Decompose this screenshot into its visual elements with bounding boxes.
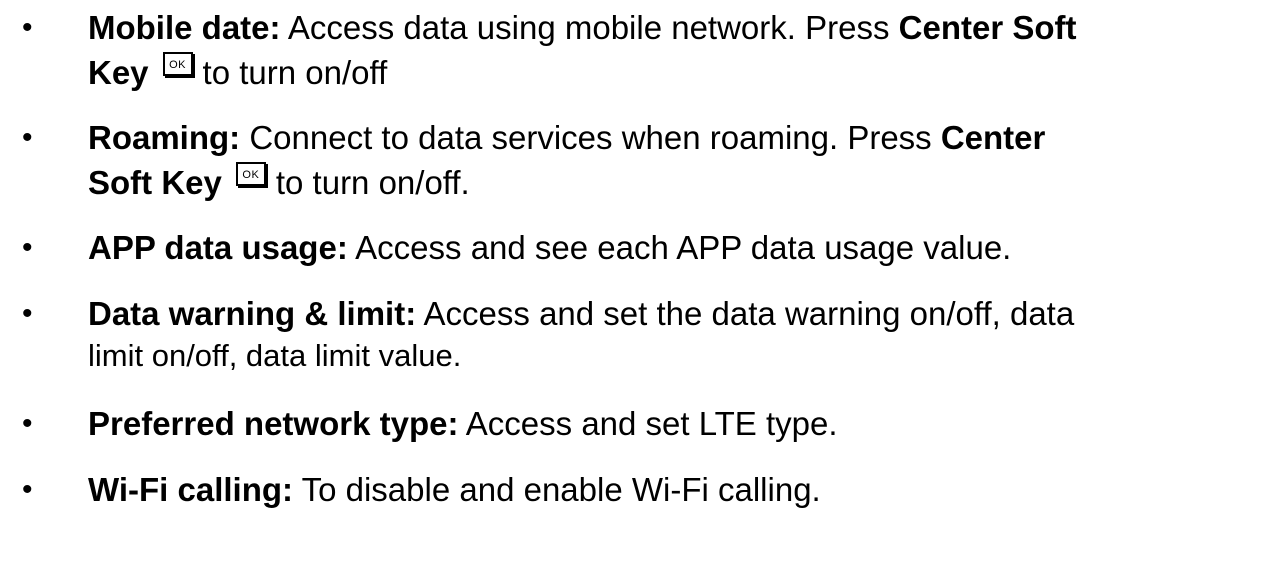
item-key-name: Center [940,119,1046,156]
item-line: APP data usage: Access and see each APP … [88,228,1011,268]
item-line: Key OK to turn on/off [88,52,387,93]
item-term: Data warning & limit: [88,295,417,332]
item-line: Soft Key OK to turn on/off. [88,162,470,203]
item-text: Access and see each APP data usage value… [347,229,1012,266]
item-text: to turn on/off. [275,164,470,201]
item-text: To disable and enable Wi-Fi calling. [293,471,821,508]
item-line: Mobile date: Access data using mobile ne… [88,8,1076,48]
item-text: Access and set LTE type. [458,405,838,442]
item-text: Access data using mobile network. Press [280,9,899,46]
item-term: Preferred network type: [88,405,459,442]
item-key-name: Center Soft [898,9,1077,46]
item-text: Connect to data services when roaming. P… [240,119,941,156]
item-text: Access and set the data warning on/off, … [416,295,1075,332]
item-line: Data warning & limit: Access and set the… [88,294,1074,334]
ok-key-icon: OK [235,162,266,186]
item-line: Wi-Fi calling: To disable and enable Wi-… [88,470,821,510]
bullet: • [22,231,33,264]
item-line: Roaming: Connect to data services when r… [88,118,1045,158]
item-term: APP data usage: [88,229,348,266]
bullet: • [22,121,33,154]
bullet: • [22,407,33,440]
item-text: to turn on/off [202,54,388,91]
bullet: • [22,297,33,330]
item-line: Preferred network type: Access and set L… [88,404,838,444]
item-key-name: Soft Key [88,164,222,201]
item-line: limit on/off, data limit value. [88,336,461,376]
item-key-name: Key [88,54,149,91]
ok-key-icon: OK [162,52,193,76]
item-term: Mobile date: [88,9,281,46]
bullet: • [22,473,33,506]
item-term: Roaming: [88,119,241,156]
item-term: Wi-Fi calling: [88,471,294,508]
item-text: limit on/off, data limit value. [88,338,462,373]
bullet: • [22,11,33,44]
